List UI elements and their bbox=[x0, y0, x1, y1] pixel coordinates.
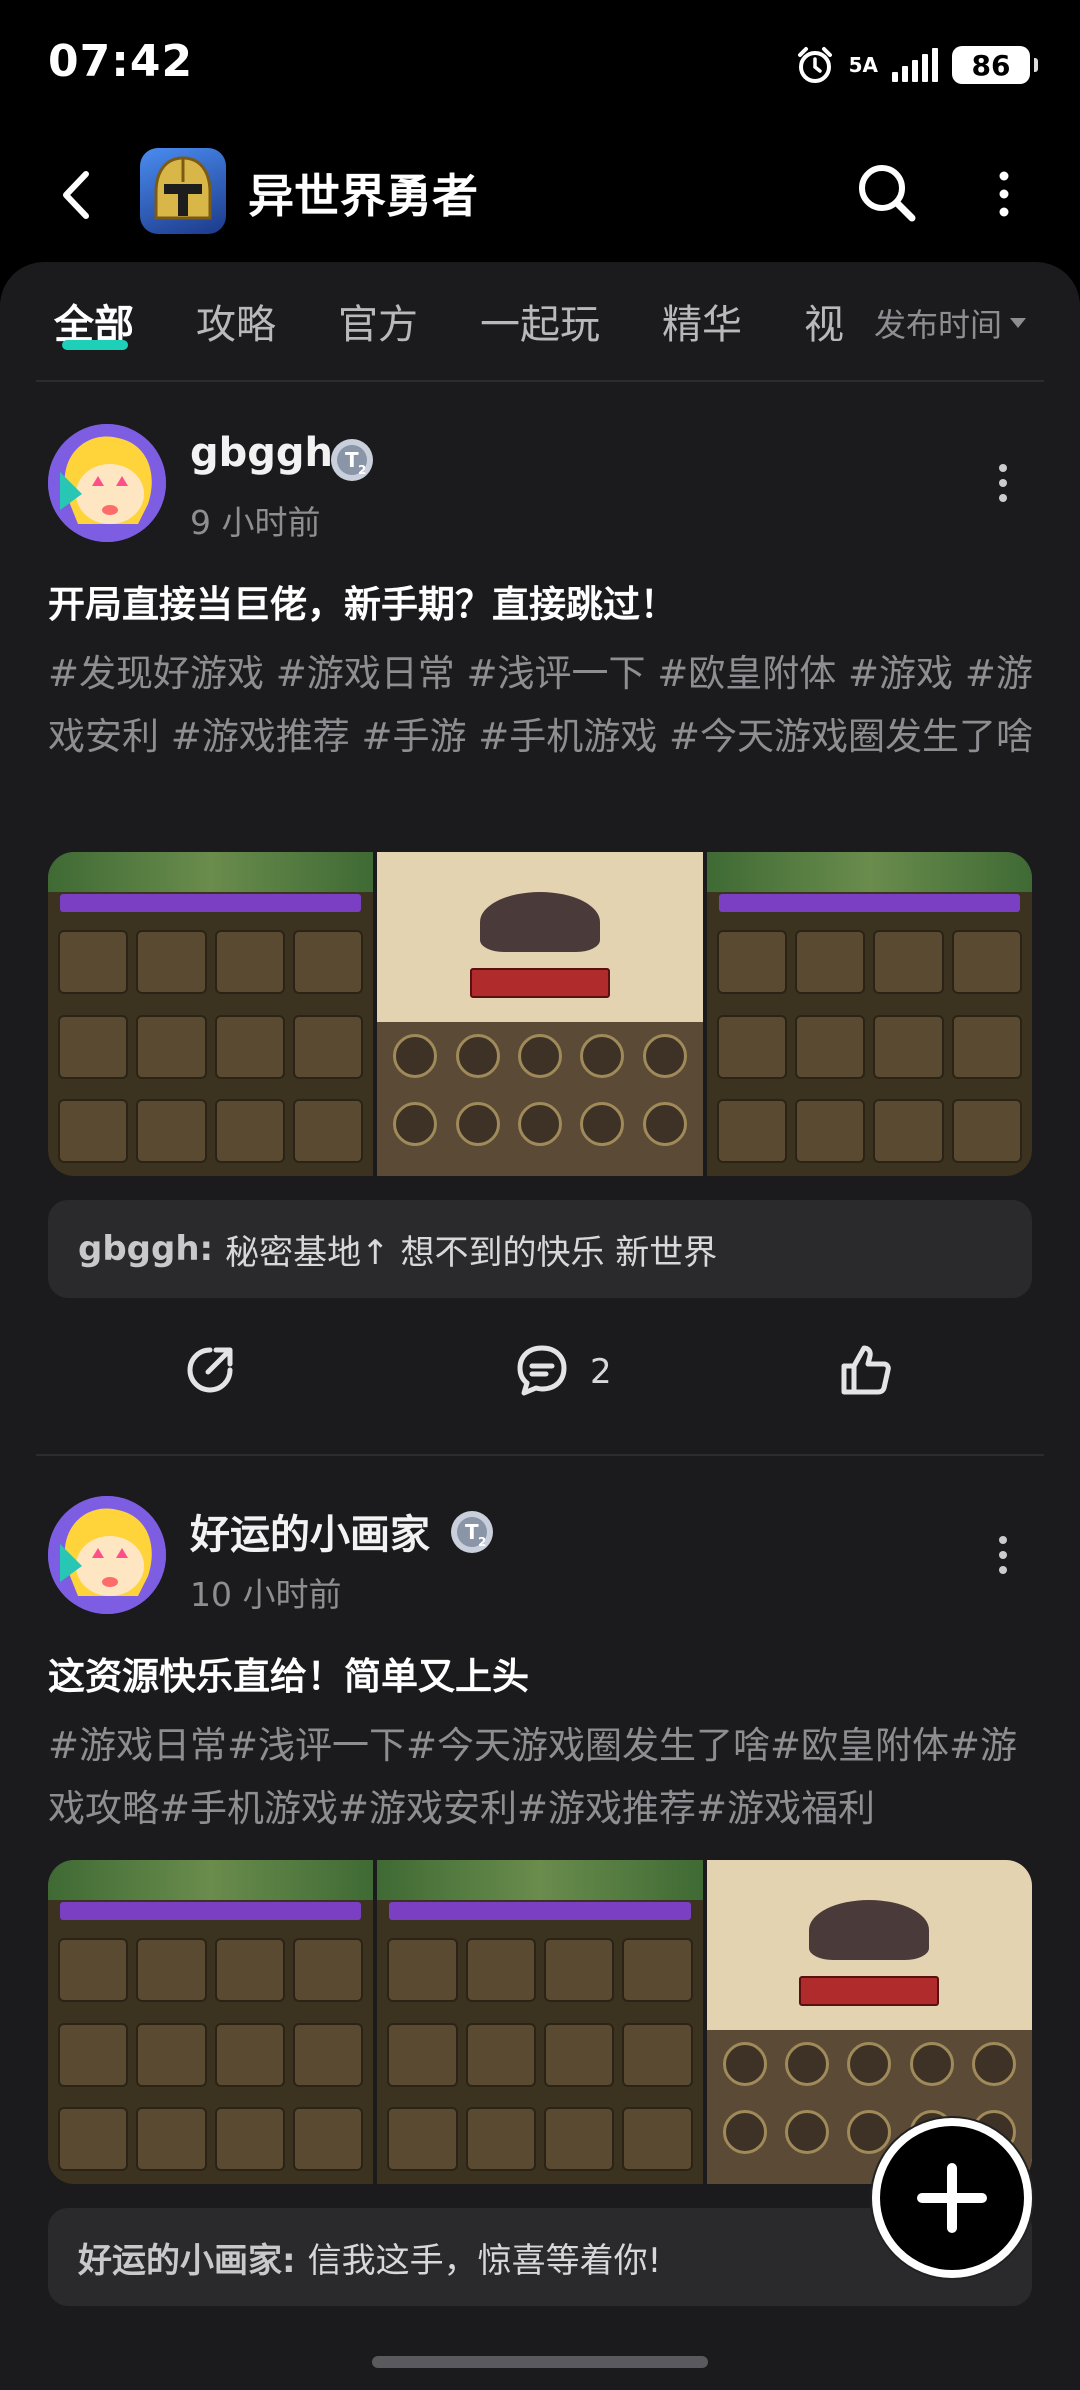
tab-guides[interactable]: 攻略 bbox=[196, 292, 276, 350]
sort-label: 发布时间 bbox=[874, 306, 1003, 344]
dropdown-arrow-icon bbox=[1010, 318, 1027, 328]
avatar-cartoon-icon bbox=[48, 424, 166, 542]
page-title: 异世界勇者 bbox=[248, 169, 478, 223]
comment-author: 好运的小画家: bbox=[78, 2240, 296, 2281]
alarm-icon bbox=[797, 47, 832, 83]
network-type: 5A bbox=[848, 53, 878, 77]
svg-text:T: T bbox=[465, 1520, 479, 1544]
post-image[interactable] bbox=[377, 852, 703, 1176]
comment-preview[interactable]: gbggh: 秘密基地↑ 想不到的快乐 新世界 bbox=[48, 1200, 1032, 1298]
avatar[interactable] bbox=[48, 1496, 166, 1614]
svg-text:2: 2 bbox=[478, 1535, 486, 1549]
create-post-button[interactable] bbox=[872, 2118, 1032, 2278]
share-icon[interactable] bbox=[180, 1340, 240, 1400]
comment-author: gbggh: bbox=[78, 1229, 214, 1269]
post-title[interactable]: 这资源快乐直给！简单又上头 bbox=[48, 1646, 529, 1700]
post-tags[interactable]: #发现好游戏 #游戏日常 #浅评一下 #欧皇附体 #游戏 #游戏安利 #游戏推荐… bbox=[48, 642, 1038, 768]
signal-icon bbox=[892, 48, 938, 82]
post-image[interactable] bbox=[706, 852, 1032, 1176]
svg-text:T: T bbox=[345, 448, 359, 472]
post-images[interactable] bbox=[48, 1860, 1032, 2184]
status-time: 07:42 bbox=[48, 36, 194, 87]
level-badge-icon: T 2 bbox=[331, 439, 373, 481]
knight-helmet-icon bbox=[154, 156, 212, 220]
post-image[interactable] bbox=[377, 1860, 703, 2184]
post-more-icon[interactable] bbox=[988, 458, 1018, 508]
post-images[interactable] bbox=[48, 852, 1032, 1176]
sort-dropdown[interactable]: 发布时间 bbox=[874, 300, 1027, 346]
back-arrow-icon[interactable] bbox=[52, 160, 102, 230]
status-bar: 07:42 5A 86 bbox=[0, 0, 1080, 130]
plus-icon bbox=[917, 2163, 987, 2233]
post-more-icon[interactable] bbox=[988, 1530, 1018, 1580]
active-tab-indicator bbox=[62, 340, 128, 350]
svg-text:2: 2 bbox=[358, 463, 366, 477]
game-logo[interactable] bbox=[140, 148, 226, 234]
battery-icon: 86 bbox=[952, 46, 1038, 84]
tab-official[interactable]: 官方 bbox=[338, 292, 418, 350]
post-image[interactable] bbox=[48, 1860, 374, 2184]
more-options-icon[interactable] bbox=[984, 162, 1024, 226]
post-image[interactable] bbox=[48, 852, 374, 1176]
comment-icon[interactable] bbox=[512, 1340, 572, 1400]
post-actions: 2 bbox=[0, 1340, 1080, 1410]
post-title[interactable]: 开局直接当巨佬，新手期？直接跳过！ bbox=[48, 574, 677, 628]
avatar-cartoon-icon bbox=[48, 1496, 166, 1614]
author-name[interactable]: gbggh bbox=[190, 430, 333, 476]
tab-video[interactable]: 视 bbox=[804, 292, 844, 350]
comment-text: 信我这手，惊喜等着你! bbox=[307, 2240, 662, 2281]
comment-text: 秘密基地↑ 想不到的快乐 新世界 bbox=[225, 1232, 718, 1273]
divider bbox=[36, 1454, 1044, 1456]
home-indicator[interactable] bbox=[372, 2356, 708, 2368]
author-name[interactable]: 好运的小画家 bbox=[190, 1502, 430, 1560]
post-tags[interactable]: #游戏日常#浅评一下#今天游戏圈发生了啥#欧皇附体#游戏攻略#手机游戏#游戏安利… bbox=[48, 1714, 1038, 1840]
like-icon[interactable] bbox=[836, 1340, 896, 1400]
tab-featured[interactable]: 精华 bbox=[662, 292, 742, 350]
post-time: 9 小时前 bbox=[190, 503, 321, 542]
post-time: 10 小时前 bbox=[190, 1575, 342, 1614]
header: 异世界勇者 bbox=[0, 130, 1080, 260]
status-icons: 5A 86 bbox=[795, 42, 1038, 88]
search-icon[interactable] bbox=[848, 154, 928, 234]
tab-bar: 全部 攻略 官方 一起玩 精华 视 发布时间 bbox=[0, 262, 1080, 380]
tab-play-together[interactable]: 一起玩 bbox=[480, 292, 600, 350]
avatar[interactable] bbox=[48, 424, 166, 542]
level-badge-icon: T 2 bbox=[451, 1511, 493, 1553]
comment-count: 2 bbox=[590, 1352, 612, 1392]
divider bbox=[36, 380, 1044, 382]
content-panel: 全部 攻略 官方 一起玩 精华 视 发布时间 gbggh T 2 9 小时前 开… bbox=[0, 262, 1080, 2390]
